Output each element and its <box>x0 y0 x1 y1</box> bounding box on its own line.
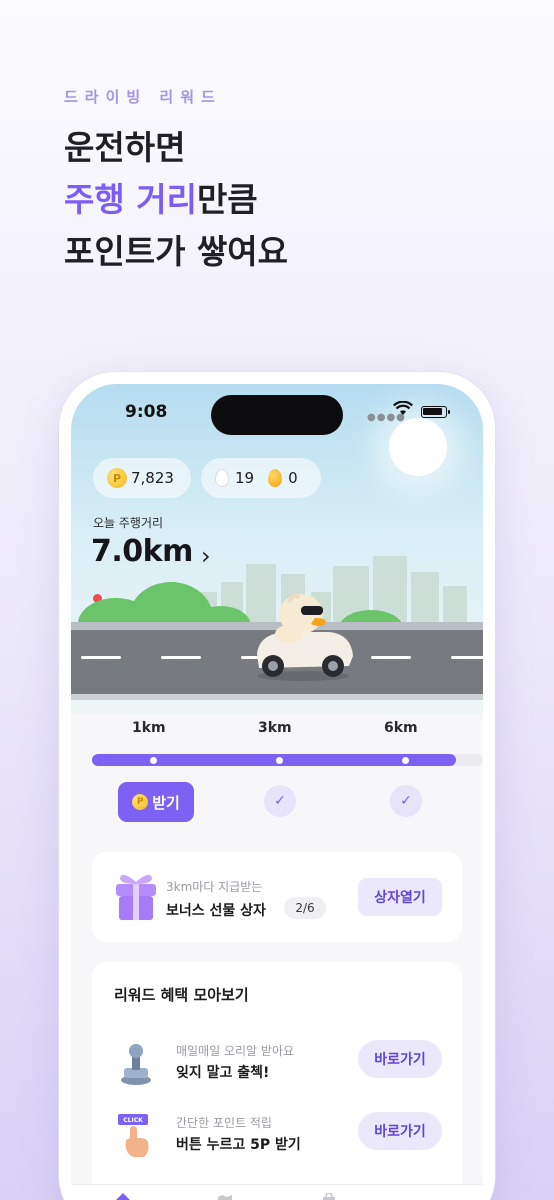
eggs-chip[interactable]: 19 0 <box>201 458 321 498</box>
phone-mockup: 9:08 ●●●● P 7,823 19 0 오늘 주행거리 7.0km › 1… <box>59 372 495 1200</box>
headline-line-2: 주행 거리만큼 <box>64 174 288 226</box>
gift-box-icon <box>116 874 156 920</box>
claim-reward-button[interactable]: P 받기 <box>118 782 194 822</box>
road-dash <box>371 656 411 659</box>
battery-icon <box>421 406 450 418</box>
points-value: 7,823 <box>131 469 174 487</box>
wifi-icon <box>393 401 413 415</box>
eyebrow-label: 드라이빙 리워드 <box>64 88 222 106</box>
point-coin-icon: P <box>107 468 127 488</box>
checkmark-icon: ✓ <box>264 785 296 817</box>
headline-line-3: 포인트가 쌓여요 <box>64 232 289 271</box>
click-badge-text: CLICK <box>123 1117 143 1124</box>
status-bar: 9:08 ●●●● <box>71 384 483 444</box>
headline-line-1: 운전하면 <box>64 128 186 167</box>
white-egg-count: 19 <box>235 469 255 487</box>
milestone-node <box>150 757 157 764</box>
rewards-benefits-card: 리워드 혜택 모아보기 매일매일 오리알 받아요 잊지 말고 출첵! 바로가기 … <box>92 962 462 1200</box>
benefit-title: 잊지 말고 출첵! <box>176 1065 270 1081</box>
benefits-title: 리워드 혜택 모아보기 <box>114 986 249 1004</box>
benefit-item-click-points[interactable]: CLICK 간단한 포인트 적립 버튼 누르고 5P 받기 바로가기 <box>92 1108 462 1168</box>
golden-egg-icon <box>268 469 283 487</box>
stamp-icon <box>121 1044 151 1085</box>
benefit-item-attendance[interactable]: 매일매일 오리알 받아요 잊지 말고 출첵! 바로가기 <box>92 1036 462 1096</box>
benefit-title: 버튼 누르고 5P 받기 <box>176 1137 301 1153</box>
milestone-node <box>402 757 409 764</box>
bonus-title: 보너스 선물 상자 <box>166 903 266 919</box>
open-box-button[interactable]: 상자열기 <box>358 878 442 916</box>
duck-car-illustration <box>257 593 353 681</box>
points-chip[interactable]: P 7,823 <box>93 458 191 498</box>
road-dash <box>451 656 483 659</box>
go-button[interactable]: 바로가기 <box>358 1112 442 1150</box>
shop-tab-icon[interactable] <box>321 1193 337 1200</box>
click-hand-icon: CLICK <box>118 1114 149 1157</box>
app-screen: 9:08 ●●●● P 7,823 19 0 오늘 주행거리 7.0km › 1… <box>71 384 483 1200</box>
golden-egg-count: 0 <box>288 469 298 487</box>
white-egg-icon <box>215 469 229 487</box>
headline-accent: 주행 거리 <box>64 180 197 219</box>
bonus-box-card: 3km마다 지급받는 보너스 선물 상자 2/6 상자열기 <box>92 852 462 942</box>
headline: 운전하면 주행 거리만큼 포인트가 쌓여요 <box>64 122 288 278</box>
bonus-subtitle: 3km마다 지급받는 <box>166 880 263 894</box>
claim-label: 받기 <box>152 793 180 812</box>
milestone-node <box>276 757 283 764</box>
dynamic-island <box>211 395 343 435</box>
road-dash <box>161 656 201 659</box>
bonus-count-badge: 2/6 <box>284 897 326 919</box>
home-tab-icon[interactable] <box>115 1193 131 1200</box>
go-button[interactable]: 바로가기 <box>358 1040 442 1078</box>
milestone-label-6km: 6km <box>384 720 418 736</box>
status-time: 9:08 <box>125 402 168 422</box>
milestone-label-1km: 1km <box>132 720 166 736</box>
benefit-subtitle: 매일매일 오리알 받아요 <box>176 1044 295 1058</box>
milestone-label-3km: 3km <box>258 720 292 736</box>
road-dash <box>81 656 121 659</box>
benefit-subtitle: 간단한 포인트 적립 <box>176 1116 272 1130</box>
headline-line-2-rest: 만큼 <box>196 180 258 219</box>
point-coin-icon: P <box>132 794 149 810</box>
distance-label: 오늘 주행거리 <box>93 516 164 530</box>
checkmark-icon: ✓ <box>390 785 422 817</box>
tab-bar <box>71 1184 483 1200</box>
map-tab-icon[interactable] <box>217 1193 233 1200</box>
